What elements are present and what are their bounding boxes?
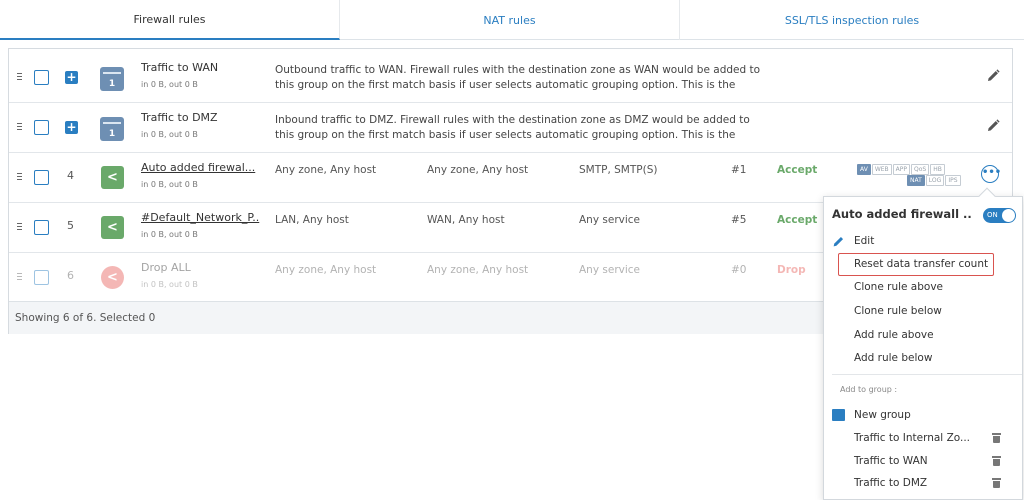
source: Any zone, Any host <box>275 164 377 176</box>
row-checkbox[interactable] <box>34 70 49 85</box>
menu-item-edit[interactable]: Edit <box>854 235 874 247</box>
rule-action: Accept <box>777 214 818 226</box>
row-checkbox[interactable] <box>34 120 49 135</box>
rule-index: 6 <box>67 269 74 282</box>
selection-status: Showing 6 of 6. Selected 0 <box>15 312 156 324</box>
row-checkbox[interactable] <box>34 270 49 285</box>
toggle-label: ON <box>987 211 998 219</box>
data-transfer: in 0 B, out 0 B <box>141 130 198 139</box>
drag-handle-icon[interactable] <box>17 223 23 233</box>
data-transfer: in 0 B, out 0 B <box>141 280 198 289</box>
data-transfer: in 0 B, out 0 B <box>141 80 198 89</box>
tab-bar: Firewall rules NAT rules SSL/TLS inspect… <box>0 0 1024 40</box>
drag-handle-icon[interactable] <box>17 123 23 133</box>
menu-item-add-rule-above[interactable]: Add rule above <box>854 329 934 341</box>
tab-firewall-rules[interactable]: Firewall rules <box>0 0 340 40</box>
rule-index: 4 <box>67 169 74 182</box>
menu-item-new-group[interactable]: New group <box>854 409 911 421</box>
rule-name[interactable]: Traffic to WAN <box>141 61 263 74</box>
expand-icon[interactable]: + <box>65 121 78 134</box>
table-row[interactable]: + 1 Traffic to WAN in 0 B, out 0 B Outbo… <box>9 53 1012 103</box>
menu-item-add-rule-below[interactable]: Add rule below <box>854 352 932 364</box>
toggle-knob <box>1002 209 1015 222</box>
tag: AV <box>857 164 871 175</box>
menu-item-clone-rule-below[interactable]: Clone rule below <box>854 305 942 317</box>
menu-divider <box>832 374 1022 375</box>
service: Any service <box>579 264 641 276</box>
edit-pencil-icon[interactable] <box>985 68 1001 84</box>
menu-item-reset-data-transfer-count[interactable]: Reset data transfer count <box>838 253 994 276</box>
row-checkbox[interactable] <box>34 220 49 235</box>
folder-icon <box>832 409 845 421</box>
tag: LOG <box>925 175 945 186</box>
row-checkbox[interactable] <box>34 170 49 185</box>
group-icon: 1 <box>100 117 124 141</box>
service: Any service <box>579 214 641 226</box>
menu-item-group-internal[interactable]: Traffic to Internal Zo... <box>854 432 970 444</box>
rule-name[interactable]: Traffic to DMZ <box>141 111 263 124</box>
destination: Any zone, Any host <box>427 264 529 276</box>
tab-ssl-tls-inspection-rules[interactable]: SSL/TLS inspection rules <box>680 0 1024 40</box>
menu-item-group-wan[interactable]: Traffic to WAN <box>854 455 928 467</box>
table-row[interactable]: + 1 Traffic to DMZ in 0 B, out 0 B Inbou… <box>9 103 1012 153</box>
trash-icon[interactable] <box>992 456 1001 466</box>
rule-name[interactable]: Drop ALL <box>141 261 263 274</box>
rule-name[interactable]: #Default_Network_P.. <box>141 211 263 224</box>
source: LAN, Any host <box>275 214 349 226</box>
menu-title: Auto added firewall ... <box>832 207 972 221</box>
group-description: Inbound traffic to DMZ. Firewall rules w… <box>275 114 750 141</box>
tag: HB <box>930 164 945 175</box>
tag: IPS <box>945 175 961 186</box>
service: SMTP, SMTP(S) <box>579 164 658 176</box>
rule-name[interactable]: Auto added firewal... <box>141 161 263 174</box>
menu-item-group-dmz[interactable]: Traffic to DMZ <box>854 477 927 489</box>
tag: APP <box>892 164 911 175</box>
destination: Any zone, Any host <box>427 164 529 176</box>
add-to-group-label: Add to group : <box>840 385 898 394</box>
drop-icon: < <box>101 266 124 289</box>
tab-nat-rules[interactable]: NAT rules <box>340 0 680 40</box>
trash-icon[interactable] <box>992 478 1001 488</box>
rule-context-menu: Auto added firewall ... ON Edit Reset da… <box>823 187 1023 500</box>
rule-id: #5 <box>731 214 747 226</box>
rule-index: 5 <box>67 219 74 232</box>
trash-icon[interactable] <box>992 433 1001 443</box>
menu-item-clone-rule-above[interactable]: Clone rule above <box>854 281 943 293</box>
drag-handle-icon[interactable] <box>17 73 23 83</box>
source: Any zone, Any host <box>275 264 377 276</box>
rule-action: Drop <box>777 264 806 276</box>
tag: NAT <box>907 175 925 186</box>
tag: WEB <box>871 164 892 175</box>
edit-pencil-icon[interactable] <box>985 118 1001 134</box>
rule-enable-toggle[interactable]: ON <box>983 208 1016 223</box>
expand-icon[interactable]: + <box>65 71 78 84</box>
drag-handle-icon[interactable] <box>17 273 23 283</box>
more-options-icon[interactable]: ••• <box>981 165 1001 183</box>
data-transfer: in 0 B, out 0 B <box>141 230 198 239</box>
drag-handle-icon[interactable] <box>17 173 23 183</box>
rule-id: #0 <box>731 264 747 276</box>
rule-id: #1 <box>731 164 747 176</box>
share-icon: < <box>101 166 124 189</box>
security-tags: AV WEB APP QoS HB NAT LOG IPS <box>857 164 969 186</box>
group-icon: 1 <box>100 67 124 91</box>
group-description: Outbound traffic to WAN. Firewall rules … <box>275 64 761 91</box>
data-transfer: in 0 B, out 0 B <box>141 180 198 189</box>
edit-pencil-icon <box>833 236 844 247</box>
tag: QoS <box>911 164 930 175</box>
share-icon: < <box>101 216 124 239</box>
rule-action: Accept <box>777 164 818 176</box>
destination: WAN, Any host <box>427 214 505 226</box>
